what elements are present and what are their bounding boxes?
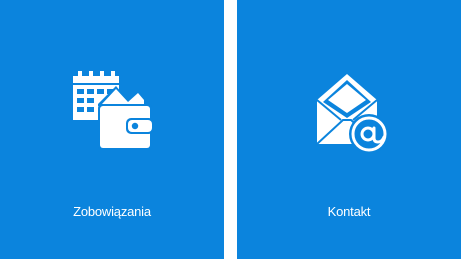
tile-grid: Zobowiązania Kontakt: [0, 0, 461, 259]
envelope-at-icon: [316, 74, 389, 154]
tile-label-zobowiazania: Zobowiązania: [73, 204, 151, 219]
tile-label-kontakt: Kontakt: [327, 204, 371, 219]
tile-zobowiazania[interactable]: Zobowiązania: [0, 0, 224, 259]
calendar-wallet-icon: [73, 71, 154, 150]
tile-kontakt[interactable]: Kontakt: [237, 0, 461, 259]
